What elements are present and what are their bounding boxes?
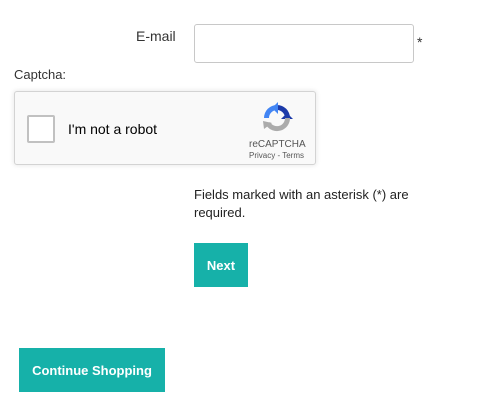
terms-link[interactable]: Terms: [282, 151, 304, 160]
privacy-link[interactable]: Privacy: [249, 151, 275, 160]
continue-shopping-button[interactable]: Continue Shopping: [19, 348, 165, 392]
email-field[interactable]: [194, 24, 414, 63]
email-label: E-mail: [136, 28, 176, 44]
next-button[interactable]: Next: [194, 243, 248, 287]
required-fields-note: Fields marked with an asterisk (*) are r…: [194, 187, 409, 220]
captcha-label: Captcha:: [14, 67, 67, 82]
recaptcha-checkbox-label: I'm not a robot: [68, 121, 158, 137]
recaptcha-brand: reCAPTCHA: [249, 139, 306, 150]
recaptcha-links: Privacy - Terms: [249, 151, 304, 160]
recaptcha-checkbox[interactable]: [27, 115, 55, 143]
recaptcha-logo-icon: [263, 102, 293, 132]
required-asterisk: *: [417, 34, 423, 50]
recaptcha-widget: I'm not a robot reCAPTCHA Privacy - Term…: [14, 91, 316, 165]
